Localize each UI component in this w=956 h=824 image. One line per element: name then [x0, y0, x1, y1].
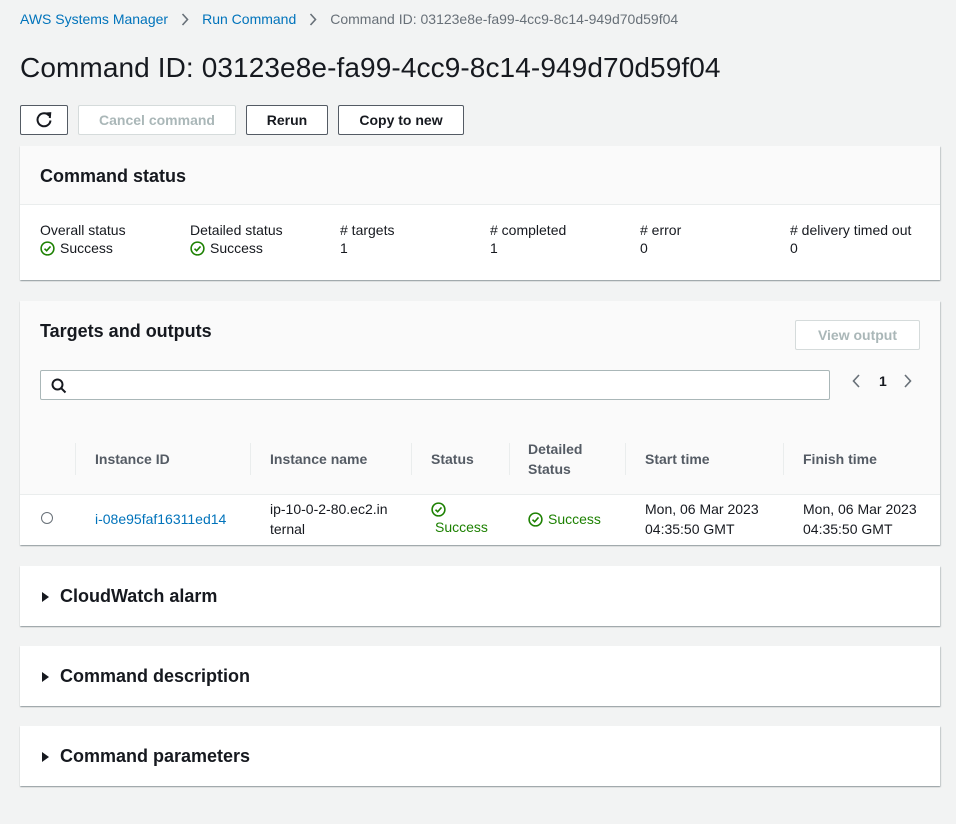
refresh-button[interactable] — [20, 105, 68, 135]
instance-id-link[interactable]: i-08e95faf16311ed14 — [95, 511, 226, 527]
chevron-right-icon — [309, 12, 317, 26]
copy-to-new-button[interactable]: Copy to new — [338, 105, 464, 135]
timed-out-count-value: 0 — [790, 240, 798, 256]
column-header-detailed-status[interactable]: Detailed Status — [509, 425, 625, 494]
row-status-value: Success — [435, 518, 488, 535]
overall-status-label: Overall status — [40, 222, 126, 238]
select-column-header — [20, 425, 75, 494]
targets-outputs-header: Targets and outputs View output 1 — [20, 301, 940, 426]
command-description-section[interactable]: Command description — [20, 646, 940, 706]
error-count-label: # error — [640, 222, 682, 238]
targets-count-label: # targets — [340, 222, 395, 238]
overall-status: Overall status Success — [40, 222, 190, 256]
row-start-time: Mon, 06 Mar 2023 04:35:50 GMT — [625, 493, 783, 544]
timed-out-count: # delivery timed out 0 — [790, 222, 940, 256]
breadcrumb-systems-manager[interactable]: AWS Systems Manager — [20, 11, 168, 27]
page-title: Command ID: 03123e8e-fa99-4cc9-8c14-949d… — [20, 52, 721, 83]
row-detailed-status-value: Success — [548, 511, 601, 528]
cloudwatch-alarm-title[interactable]: CloudWatch alarm — [60, 586, 217, 607]
row-detailed-status: Success — [528, 509, 605, 529]
cloudwatch-alarm-section[interactable]: CloudWatch alarm — [20, 566, 940, 626]
detailed-status-value: Success — [210, 240, 263, 256]
command-description-title[interactable]: Command description — [60, 666, 250, 687]
chevron-right-icon — [181, 12, 189, 26]
breadcrumb: AWS Systems Manager Run Command Command … — [20, 11, 678, 27]
timed-out-count-label: # delivery timed out — [790, 222, 912, 238]
previous-page-button[interactable] — [850, 373, 862, 389]
instance-name: ip-10-0-2-80.ec2.internal — [250, 493, 411, 544]
chevron-left-icon — [851, 373, 861, 389]
rerun-button[interactable]: Rerun — [246, 105, 328, 135]
error-count-value: 0 — [640, 240, 648, 256]
check-circle-icon — [40, 240, 55, 256]
caret-right-icon — [42, 751, 49, 762]
page-number[interactable]: 1 — [879, 373, 887, 389]
completed-count-label: # completed — [490, 222, 567, 238]
targets-outputs-title: Targets and outputs — [40, 321, 212, 341]
column-header-start-time[interactable]: Start time — [625, 425, 783, 494]
search-box — [40, 370, 830, 401]
command-status-title: Command status — [40, 166, 187, 186]
completed-count: # completed 1 — [490, 222, 640, 256]
search-input[interactable] — [75, 371, 819, 401]
column-header-status[interactable]: Status — [411, 425, 509, 494]
command-status-panel: Command status Overall status Success De… — [20, 146, 940, 280]
detailed-status-label: Detailed status — [190, 222, 283, 238]
targets-count-value: 1 — [340, 240, 348, 256]
completed-count-value: 1 — [490, 240, 498, 256]
table-header-row: Instance ID Instance name Status Detaile… — [20, 425, 940, 494]
row-select-radio[interactable] — [41, 512, 53, 525]
refresh-icon — [35, 111, 53, 129]
status-grid: Overall status Success Detailed status S… — [40, 222, 940, 256]
caret-right-icon — [42, 671, 49, 682]
breadcrumb-run-command[interactable]: Run Command — [202, 11, 296, 27]
error-count: # error 0 — [640, 222, 790, 256]
targets-outputs-panel: Targets and outputs View output 1 Instan… — [20, 301, 940, 545]
next-page-button[interactable] — [902, 373, 914, 389]
column-header-instance-id[interactable]: Instance ID — [75, 425, 250, 494]
chevron-right-icon — [903, 373, 913, 389]
command-toolbar: Cancel command Rerun Copy to new — [20, 105, 464, 135]
caret-right-icon — [42, 591, 49, 602]
cancel-command-button[interactable]: Cancel command — [78, 105, 236, 135]
pagination: 1 — [850, 371, 914, 391]
column-header-instance-name[interactable]: Instance name — [250, 425, 411, 494]
check-circle-icon — [528, 512, 543, 527]
command-parameters-title[interactable]: Command parameters — [60, 746, 250, 767]
check-circle-icon — [431, 502, 446, 517]
row-finish-time: Mon, 06 Mar 2023 04:35:50 GMT — [783, 493, 940, 544]
column-header-finish-time[interactable]: Finish time — [783, 425, 940, 494]
detailed-status: Detailed status Success — [190, 222, 340, 256]
row-status: Success — [431, 502, 489, 537]
view-output-button[interactable]: View output — [795, 320, 920, 350]
overall-status-value: Success — [60, 240, 113, 256]
command-status-header: Command status — [20, 146, 940, 205]
targets-count: # targets 1 — [340, 222, 490, 256]
search-icon — [51, 378, 67, 399]
targets-table: Instance ID Instance name Status Detaile… — [20, 425, 940, 544]
command-parameters-section[interactable]: Command parameters — [20, 726, 940, 786]
table-row[interactable]: i-08e95faf16311ed14 ip-10-0-2-80.ec2.int… — [20, 493, 940, 544]
breadcrumb-current: Command ID: 03123e8e-fa99-4cc9-8c14-949d… — [330, 11, 679, 27]
check-circle-icon — [190, 240, 205, 256]
